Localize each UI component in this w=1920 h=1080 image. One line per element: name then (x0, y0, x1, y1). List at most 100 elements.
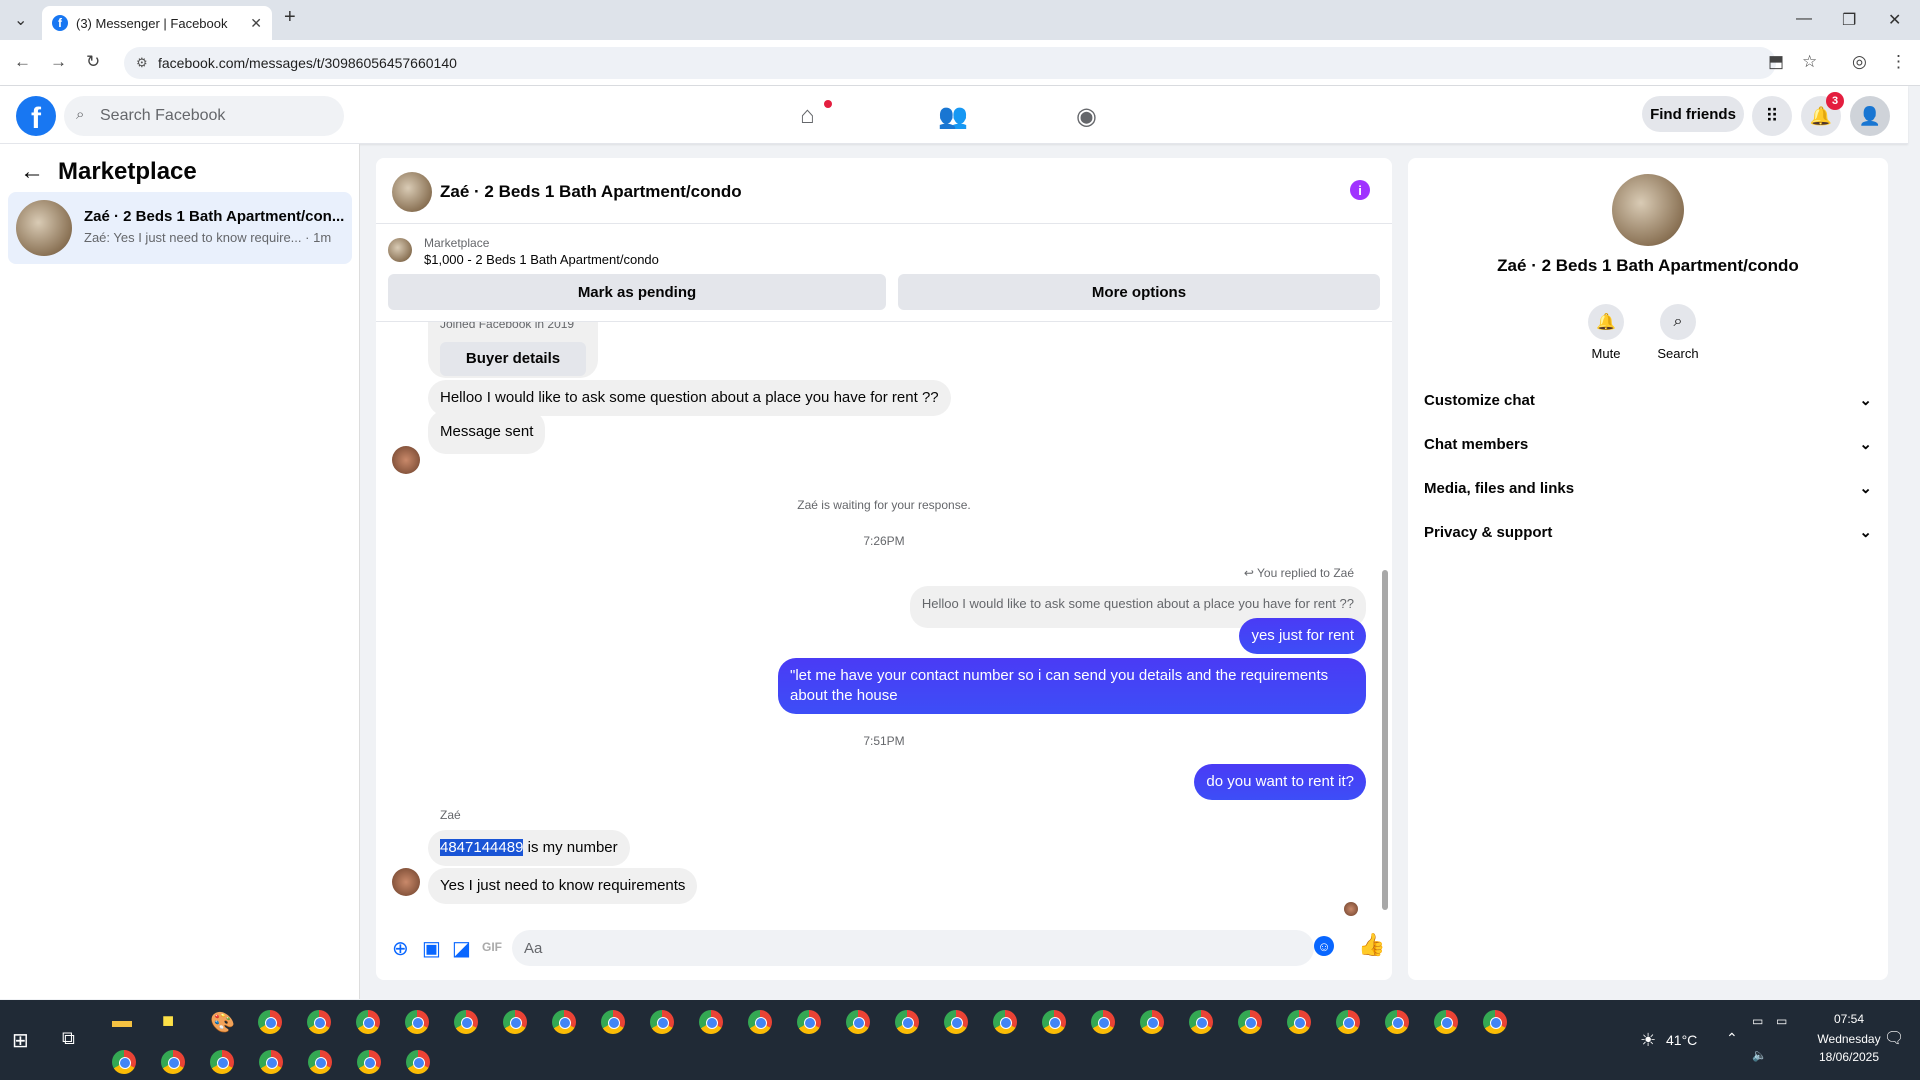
home-icon[interactable]: ⌂ (800, 102, 815, 130)
chrome-window-icon[interactable] (1434, 1010, 1458, 1034)
customize-chat-row[interactable]: Customize chat ⌄ (1424, 382, 1872, 418)
message-list[interactable]: Joined Facebook in 2019 Buyer details He… (376, 322, 1392, 918)
chrome-window-icon[interactable] (357, 1050, 381, 1074)
address-bar[interactable]: ⚙ facebook.com/messages/t/30986056457660… (124, 47, 1776, 79)
chrome-window-icon[interactable] (552, 1010, 576, 1034)
plus-icon[interactable]: ⊕ (392, 936, 409, 961)
more-options-button[interactable]: More options (898, 274, 1380, 310)
chrome-window-icon[interactable] (308, 1050, 332, 1074)
new-tab-icon[interactable]: + (284, 6, 296, 29)
chrome-window-icon[interactable] (748, 1010, 772, 1034)
chrome-window-icon[interactable] (454, 1010, 478, 1034)
profile-icon[interactable]: ◎ (1852, 52, 1867, 72)
chrome-window-icon[interactable] (993, 1010, 1017, 1034)
message-bubble-incoming[interactable]: 4847144489 is my number (428, 830, 630, 866)
restore-icon[interactable]: ❐ (1842, 10, 1856, 30)
sender-avatar[interactable] (392, 868, 420, 896)
mark-as-pending-button[interactable]: Mark as pending (388, 274, 886, 310)
sender-avatar[interactable] (392, 446, 420, 474)
chrome-window-icon[interactable] (1483, 1010, 1507, 1034)
back-arrow-icon[interactable]: ← (20, 158, 44, 186)
facebook-search-input[interactable]: ⌕ Search Facebook (64, 96, 344, 136)
chrome-window-icon[interactable] (650, 1010, 674, 1034)
message-scrollbar[interactable] (1378, 322, 1392, 918)
reload-icon[interactable]: ↻ (86, 52, 100, 72)
message-sent-card[interactable]: Message sent (428, 410, 546, 454)
meet-icon[interactable]: ▭ (1752, 1014, 1763, 1028)
minimize-icon[interactable]: — (1796, 10, 1812, 28)
chrome-window-icon[interactable] (944, 1010, 968, 1034)
close-tab-icon[interactable]: ✕ (250, 15, 262, 32)
chrome-window-icon[interactable] (846, 1010, 870, 1034)
sticky-notes-icon[interactable]: ■ (162, 1010, 174, 1033)
clock-time[interactable]: 07:54 (1814, 1012, 1884, 1026)
info-icon[interactable]: i (1350, 180, 1370, 200)
chrome-window-icon[interactable] (258, 1010, 282, 1034)
file-explorer-icon[interactable]: ▬ (112, 1010, 132, 1033)
conversation-item[interactable]: Zaé · 2 Beds 1 Bath Apartment/con... Zaé… (8, 192, 352, 264)
mute-button[interactable]: 🔔 Mute (1576, 304, 1636, 361)
phone-number-selection[interactable]: 4847144489 (440, 839, 524, 856)
install-app-icon[interactable]: ⬒ (1768, 52, 1784, 72)
chrome-window-icon[interactable] (1238, 1010, 1262, 1034)
photo-icon[interactable]: ▣ (422, 936, 441, 961)
chrome-window-icon[interactable] (356, 1010, 380, 1034)
tab-list-icon[interactable]: ⌄ (14, 10, 27, 30)
windows-start-icon[interactable]: ⊞ (12, 1028, 29, 1053)
message-bubble-outgoing[interactable]: do you want to rent it? (1194, 764, 1366, 800)
search-button[interactable]: ⌕ Search (1648, 304, 1708, 361)
browser-menu-icon[interactable]: ⋮ (1890, 52, 1907, 72)
forward-icon[interactable]: → (50, 52, 67, 72)
menu-grid-icon[interactable]: ⠿ (1752, 96, 1792, 136)
groups-icon[interactable]: ◉ (1076, 102, 1097, 131)
chrome-window-icon[interactable] (699, 1010, 723, 1034)
chrome-window-icon[interactable] (797, 1010, 821, 1034)
notification-center-icon[interactable]: 🗨 (1884, 1028, 1904, 1048)
weather-temp[interactable]: 41°C (1666, 1032, 1697, 1048)
chat-avatar[interactable] (392, 172, 432, 212)
chrome-window-icon[interactable] (1385, 1010, 1409, 1034)
chrome-window-icon[interactable] (210, 1050, 234, 1074)
network-icon[interactable]: ▭ (1776, 1014, 1787, 1028)
chrome-window-icon[interactable] (1140, 1010, 1164, 1034)
privacy-support-row[interactable]: Privacy & support ⌄ (1424, 514, 1872, 550)
chrome-window-icon[interactable] (259, 1050, 283, 1074)
account-avatar[interactable]: 👤 (1850, 96, 1890, 136)
scrollbar-thumb[interactable] (1382, 570, 1388, 910)
paint-icon[interactable]: 🎨 (210, 1010, 235, 1035)
close-window-icon[interactable]: ✕ (1888, 10, 1901, 30)
chrome-window-icon[interactable] (601, 1010, 625, 1034)
task-view-icon[interactable]: ⧉ (62, 1028, 75, 1049)
message-bubble-outgoing[interactable]: yes just for rent (1239, 618, 1366, 654)
message-bubble-incoming[interactable]: Yes I just need to know requirements (428, 868, 698, 904)
chrome-window-icon[interactable] (503, 1010, 527, 1034)
facebook-logo-icon[interactable]: f (16, 96, 56, 136)
chrome-window-icon[interactable] (1336, 1010, 1360, 1034)
chat-members-row[interactable]: Chat members ⌄ (1424, 426, 1872, 462)
browser-tab[interactable]: f (3) Messenger | Facebook ✕ (42, 6, 272, 40)
buyer-details-button[interactable]: Buyer details (440, 342, 586, 376)
chat-title[interactable]: Zaé · 2 Beds 1 Bath Apartment/condo (440, 182, 742, 202)
show-hidden-icons-icon[interactable]: ⌃ (1726, 1030, 1738, 1047)
message-bubble-outgoing[interactable]: "let me have your contact number so i ca… (778, 658, 1366, 714)
friends-icon[interactable]: 👥 (938, 102, 968, 131)
gif-icon[interactable]: GIF (482, 940, 502, 954)
sticker-icon[interactable]: ◪ (452, 936, 471, 961)
chrome-window-icon[interactable] (406, 1050, 430, 1074)
site-info-icon[interactable]: ⚙ (136, 55, 148, 71)
back-icon[interactable]: ← (14, 52, 31, 72)
chrome-window-icon[interactable] (405, 1010, 429, 1034)
thumbs-up-icon[interactable]: 👍 (1358, 932, 1385, 958)
chrome-window-icon[interactable] (1189, 1010, 1213, 1034)
chrome-window-icon[interactable] (1287, 1010, 1311, 1034)
media-files-links-row[interactable]: Media, files and links ⌄ (1424, 470, 1872, 506)
chrome-window-icon[interactable] (1091, 1010, 1115, 1034)
find-friends-button[interactable]: Find friends (1642, 96, 1744, 132)
message-input[interactable]: Aa (512, 930, 1314, 966)
bookmark-star-icon[interactable]: ☆ (1802, 52, 1817, 72)
chrome-window-icon[interactable] (895, 1010, 919, 1034)
emoji-icon[interactable]: ☺ (1314, 936, 1334, 956)
chrome-window-icon[interactable] (1042, 1010, 1066, 1034)
chrome-window-icon[interactable] (307, 1010, 331, 1034)
volume-icon[interactable]: 🔈 (1752, 1048, 1767, 1062)
